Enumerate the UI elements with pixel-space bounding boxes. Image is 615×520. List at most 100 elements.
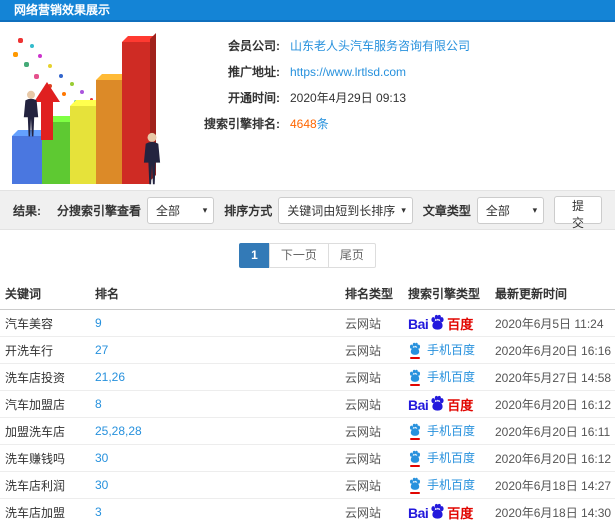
keyword-cell: 汽车加盟店: [5, 397, 66, 412]
company-label: 会员公司:: [228, 39, 280, 53]
confetti-dot: [59, 74, 63, 78]
baidu-logo-cn: 百度: [447, 317, 474, 332]
sort-value: 关键词由短到长排序: [287, 203, 396, 218]
table-row: 洗车店加盟 3 云网站 Bai 百度 2020年6月18日 14:30: [0, 499, 615, 520]
mobile-baidu-paw-icon: [408, 423, 422, 441]
keyword-cell: 洗车赚钱吗: [5, 451, 66, 466]
baidu-logo: Bai 百度: [408, 503, 473, 520]
page-1-button[interactable]: 1: [239, 243, 270, 268]
mobile-baidu-logo: 手机百度: [408, 422, 476, 441]
engine-filter-select[interactable]: 全部 ▾: [147, 196, 215, 224]
table-row: 洗车店利润 30 云网站 手机百度 2020年6月18日 14:27: [0, 472, 615, 499]
promotion-url-link[interactable]: https://www.lrtlsd.com: [290, 59, 406, 85]
keyword-rank-table: 关键词 排名 排名类型 搜索引擎类型 最新更新时间 汽车美容 9 云网站 Bai…: [0, 277, 615, 520]
updated-cell: 2020年6月18日 14:30: [495, 505, 612, 520]
baidu-logo-cn: 百度: [447, 398, 474, 413]
updated-cell: 2020年6月20日 16:11: [495, 424, 611, 439]
mobile-baidu-paw-icon: [408, 342, 422, 360]
article-type-label: 文章类型: [422, 203, 471, 218]
keyword-cell: 洗车店投资: [5, 370, 66, 385]
rank-cell: 21,26: [95, 370, 126, 384]
rank-type-cell: 云网站: [345, 343, 382, 358]
chevron-down-icon: ▾: [532, 204, 538, 215]
engine-cell: Bai 百度: [408, 395, 495, 413]
keyword-cell: 洗车店加盟: [5, 505, 66, 520]
rank-cell: 8: [95, 397, 102, 411]
engine-rank-value: 4648条: [290, 111, 329, 137]
engine-cell: Bai 百度: [408, 503, 495, 520]
rank-type-cell: 云网站: [345, 397, 382, 412]
businessman-figure-left: [23, 90, 39, 137]
engine-filter-value: 全部: [156, 203, 181, 218]
mobile-baidu-logo: 手机百度: [408, 476, 476, 495]
mobile-baidu-logo: 手机百度: [408, 449, 475, 468]
baidu-paw-icon: [431, 314, 444, 330]
engine-cell: Bai 百度: [408, 314, 495, 332]
engine-rank-label: 搜索引擎排名:: [204, 117, 280, 131]
table-row: 开洗车行 27 云网站 手机百度 2020年6月20日 16:16: [0, 337, 615, 364]
table-row: 汽车美容 9 云网站 Bai 百度 2020年6月5日 11:24: [0, 310, 615, 337]
confetti-dot: [18, 38, 23, 43]
growth-chart-illustration: [4, 30, 166, 188]
baidu-logo: Bai 百度: [408, 395, 473, 412]
updated-cell: 2020年6月20日 16:16: [495, 343, 612, 358]
page-header: 网络营销效果展示: [0, 0, 615, 22]
company-row: 会员公司: 山东老人头汽车服务咨询有限公司: [190, 33, 615, 59]
keyword-cell: 加盟洗车店: [5, 424, 66, 439]
confetti-dot: [70, 82, 74, 86]
updated-cell: 2020年6月20日 16:12: [495, 451, 612, 466]
confetti-dot: [48, 64, 52, 68]
result-label: 结果:: [13, 203, 41, 218]
pagination: 1 下一页 尾页: [0, 243, 615, 268]
rank-cell: 27: [95, 343, 109, 357]
rank-type-cell: 云网站: [345, 478, 382, 493]
article-type-select[interactable]: 全部 ▾: [476, 196, 545, 224]
updated-cell: 2020年6月18日 14:27: [495, 478, 612, 493]
table-body: 汽车美容 9 云网站 Bai 百度 2020年6月5日 11:24 开洗车行 2…: [0, 310, 615, 520]
engine-cell: 手机百度: [408, 449, 495, 468]
rank-type-cell: 云网站: [345, 370, 382, 385]
col-header-ranktype: 排名类型: [345, 286, 394, 301]
company-link[interactable]: 山东老人头汽车服务咨询有限公司: [290, 33, 470, 59]
mobile-baidu-label: 手机百度: [427, 342, 476, 357]
mobile-baidu-label: 手机百度: [427, 477, 476, 492]
next-page-button[interactable]: 下一页: [268, 243, 329, 268]
baidu-logo: Bai 百度: [408, 314, 473, 331]
businessman-figure-right: [143, 132, 161, 185]
table-row: 洗车赚钱吗 30 云网站 手机百度 2020年6月20日 16:12: [0, 445, 615, 472]
info-section: 会员公司: 山东老人头汽车服务咨询有限公司 推广地址: https://www.…: [0, 22, 615, 190]
page-title: 网络营销效果展示: [14, 3, 111, 17]
confetti-dot: [80, 90, 84, 94]
open-time-value: 2020年4月29日 09:13: [290, 91, 407, 105]
baidu-logo-cn: 百度: [447, 506, 474, 520]
confetti-dot: [38, 54, 42, 58]
filter-bar: 结果: 分搜索引擎查看 全部 ▾ 排序方式 关键词由短到长排序 ▾ 文章类型 全…: [0, 190, 615, 230]
url-label: 推广地址:: [228, 65, 280, 79]
sort-select[interactable]: 关键词由短到长排序 ▾: [278, 196, 413, 224]
rank-type-cell: 云网站: [345, 316, 382, 331]
mobile-baidu-label: 手机百度: [427, 423, 476, 438]
rank-type-cell: 云网站: [345, 505, 382, 520]
engine-filter-label: 分搜索引擎查看: [57, 203, 142, 218]
submit-button[interactable]: 提交: [554, 196, 602, 230]
baidu-logo-latin: Bai: [408, 397, 429, 413]
updated-cell: 2020年6月5日 11:24: [495, 316, 604, 331]
col-header-keyword: 关键词: [5, 286, 42, 301]
col-header-rank: 排名: [95, 286, 120, 301]
keyword-cell: 汽车美容: [5, 316, 54, 331]
baidu-paw-icon: [431, 503, 444, 519]
engine-cell: 手机百度: [408, 368, 495, 387]
confetti-dot: [13, 52, 18, 57]
last-page-button[interactable]: 尾页: [327, 243, 376, 268]
baidu-logo-latin: Bai: [408, 505, 429, 520]
open-time-row: 开通时间: 2020年4月29日 09:13: [190, 85, 615, 111]
confetti-dot: [62, 92, 66, 96]
member-info: 会员公司: 山东老人头汽车服务咨询有限公司 推广地址: https://www.…: [190, 22, 615, 137]
sort-label: 排序方式: [224, 203, 273, 218]
rank-type-cell: 云网站: [345, 451, 382, 466]
engine-cell: 手机百度: [408, 422, 495, 441]
keyword-cell: 洗车店利润: [5, 478, 66, 493]
engine-cell: 手机百度: [408, 476, 495, 495]
rank-cell: 30: [95, 451, 109, 465]
engine-cell: 手机百度: [408, 341, 495, 360]
